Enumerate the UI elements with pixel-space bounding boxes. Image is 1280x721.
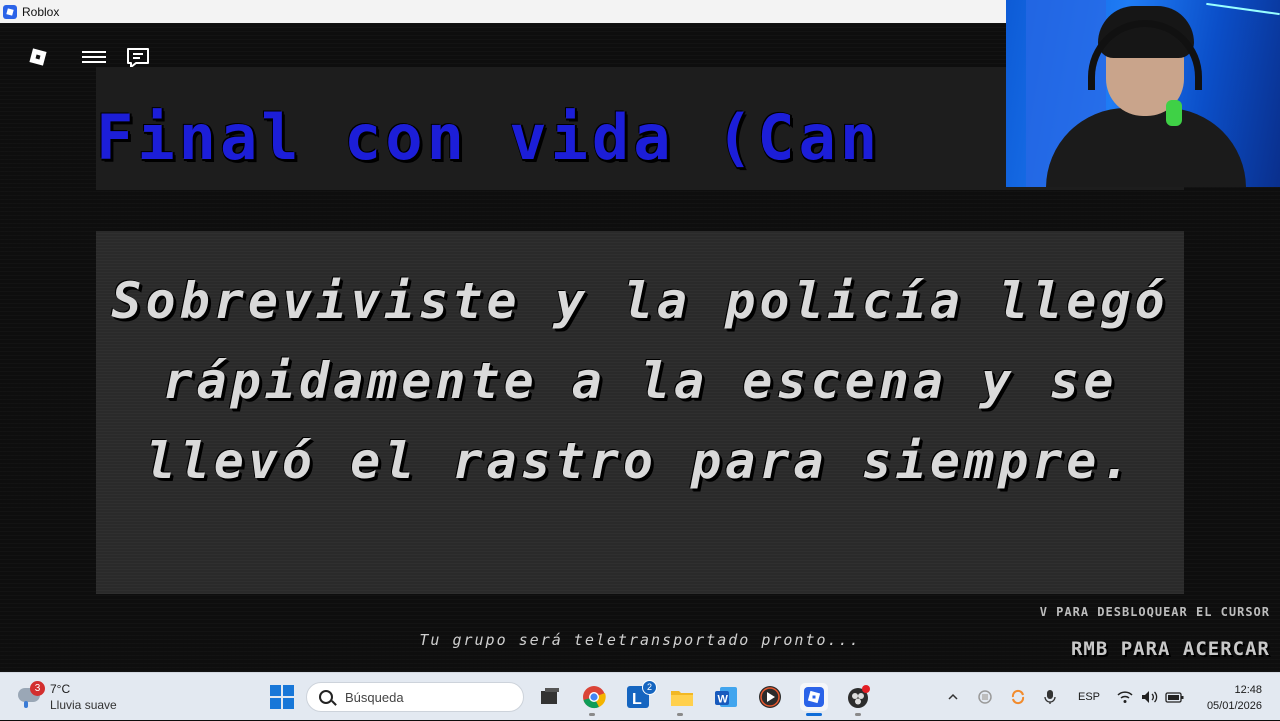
webcam-overlay [1006,0,1280,187]
word-icon[interactable]: W [712,683,740,711]
svg-text:L: L [632,691,642,708]
ending-message: Sobreviviste y la policía llegó rápidame… [111,272,1169,490]
launcher-app-icon[interactable]: L 2 [624,680,657,711]
svg-text:W: W [718,694,729,706]
file-explorer-icon[interactable] [668,683,696,711]
clock-date: 05/01/2026 [1206,700,1262,712]
obs-icon[interactable] [844,683,872,711]
files-running-indicator [677,713,683,716]
unlock-cursor-hint: V PARA DESBLOQUEAR EL CURSOR [1039,605,1270,619]
weather-condition: Lluvia suave [50,698,117,712]
microphone-icon [1166,100,1182,126]
rain-icon [24,701,28,708]
language-indicator[interactable]: ESP [1078,673,1100,721]
search-placeholder: Búsqueda [345,690,404,705]
clock-time: 12:48 [1234,684,1262,696]
obs-running-indicator [855,713,861,716]
zoom-hint: RMB PARA ACERCAR [1070,638,1270,660]
launcher-badge: 2 [642,680,657,695]
microphone-tray-icon[interactable] [1043,673,1057,721]
ending-message-panel: Sobreviviste y la policía llegó rápidame… [96,231,1184,594]
media-player-icon[interactable] [756,683,784,711]
weather-temperature: 7°C [50,682,71,696]
roblox-app-icon [3,4,17,19]
chrome-running-indicator [589,713,595,716]
roblox-menu-icon[interactable] [28,47,48,67]
task-view-icon[interactable] [536,683,564,711]
window-title: Roblox [22,4,60,19]
sync-icon[interactable] [1010,673,1026,721]
windows-start-icon[interactable] [268,683,296,711]
taskbar-search-input[interactable]: Búsqueda [306,682,524,712]
battery-icon[interactable] [1165,673,1185,721]
tray-app-icon[interactable] [977,673,993,721]
ending-title: Final con vida (Can [96,101,882,174]
wifi-icon[interactable] [1117,673,1133,721]
system-clock[interactable]: 12:48 05/01/2026 [1207,682,1262,714]
search-icon [319,690,333,704]
weather-badge: 3 [30,681,45,696]
hamburger-menu-icon[interactable] [82,48,106,66]
weather-widget[interactable]: 3 7°C Lluvia suave [16,679,156,715]
windows-taskbar: 3 7°C Lluvia suave Búsqueda L 2 W ESP 12… [0,672,1280,720]
chrome-icon[interactable] [580,683,608,711]
volume-icon[interactable] [1141,673,1159,721]
show-hidden-icons-chevron-up-icon[interactable] [946,673,960,721]
roblox-running-indicator [806,713,822,716]
webcam-light-strip [1206,2,1280,16]
roblox-taskbar-icon[interactable] [800,683,828,711]
